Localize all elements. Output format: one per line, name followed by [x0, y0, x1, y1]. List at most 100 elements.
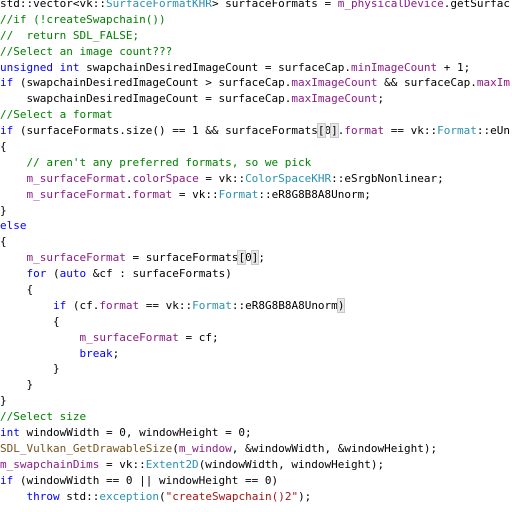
member-token: m_surfaceFormat — [26, 171, 126, 185]
string-token: "createSwapchain()2" — [165, 489, 299, 503]
code-text: std:: — [59, 489, 100, 503]
code-line[interactable]: } — [0, 203, 512, 219]
code-text: (swapchainDesiredImageCount > surfaceCap… — [13, 76, 292, 90]
member-token: m_window — [178, 441, 232, 455]
comment-token: // return SDL_FALSE; — [0, 28, 140, 42]
bracket-match-token: ) — [336, 297, 346, 313]
code-line[interactable]: // return SDL_FALSE; — [0, 28, 512, 44]
code-text: = vk:: — [99, 457, 146, 471]
code-line[interactable]: else — [0, 218, 512, 234]
member-token: minImageCount — [351, 60, 438, 74]
member-token: colorSpace — [132, 171, 199, 185]
code-text: ::vector<vk:: — [19, 0, 106, 10]
code-text: (windowWidth == 0 || windowHeight == 0) — [13, 473, 279, 487]
code-line[interactable]: { — [0, 314, 512, 330]
code-text: == vk:: — [384, 124, 438, 138]
keyword-token: throw — [26, 489, 60, 503]
code-text: } — [0, 378, 34, 392]
member-token: maxImageCount — [291, 76, 378, 90]
member-token: m_surfaceFormat — [26, 251, 126, 265]
member-token: maxIm — [476, 76, 510, 90]
code-line[interactable]: m_surfaceFormat.format = vk::Format::eR8… — [0, 187, 512, 203]
code-line[interactable]: m_surfaceFormat.colorSpace = vk::ColorSp… — [0, 171, 512, 187]
code-text: .getSurfac — [443, 0, 510, 10]
keyword-token: if — [0, 124, 14, 138]
keyword-token: if — [52, 298, 67, 312]
keyword-token: if — [0, 473, 14, 487]
member-token: format — [344, 124, 385, 138]
code-line[interactable]: m_swapchainDims = vk::Extent2D(windowWid… — [0, 457, 512, 473]
type-token: ColorSpaceKHR — [245, 171, 332, 185]
code-line[interactable]: int windowWidth = 0, windowHeight = 0; — [0, 425, 512, 441]
code-line[interactable]: if (surfaceFormats.size() == 1 && surfac… — [0, 123, 512, 139]
comment-token: //if (!createSwapchain()) — [0, 12, 166, 26]
code-text: } — [0, 203, 7, 217]
type-token: Format — [192, 298, 232, 312]
keyword-token: auto — [59, 267, 87, 281]
code-line[interactable]: //if (!createSwapchain()) — [0, 12, 512, 28]
code-text: { — [0, 283, 34, 297]
code-line[interactable] — [0, 505, 512, 512]
code-line[interactable]: unsigned int swapchainDesiredImageCount … — [0, 60, 512, 76]
code-text: = vk:: — [172, 187, 219, 201]
type-token: Format — [218, 187, 259, 201]
code-line[interactable]: } — [0, 377, 512, 393]
function-token: SDL_Vulkan_GetDrawableSize — [0, 441, 173, 455]
code-text: ; — [258, 251, 265, 265]
code-line[interactable]: if (cf.format == vk::Format::eR8G8B8A8Un… — [0, 297, 512, 314]
code-line[interactable]: //Select an image count??? — [0, 44, 512, 60]
code-line[interactable]: m_surfaceFormat = cf; — [0, 330, 512, 346]
code-line[interactable]: // aren't any preferred formats, so we p… — [0, 155, 512, 171]
code-text: ::eUn — [476, 124, 510, 138]
code-line[interactable]: if (windowWidth == 0 || windowHeight == … — [0, 473, 512, 489]
code-line[interactable]: //Select a format — [0, 107, 512, 123]
code-text-area[interactable]: std::vector<vk::SurfaceFormatKHR> surfac… — [0, 0, 512, 512]
keyword-token: int — [0, 426, 20, 440]
code-line[interactable]: if (swapchainDesiredImageCount > surface… — [0, 75, 512, 91]
code-text: ::eSrgbNonlinear; — [331, 171, 444, 185]
code-line[interactable]: m_surfaceFormat = surfaceFormats[0]; — [0, 250, 512, 266]
member-token: format — [99, 298, 140, 312]
code-text: { — [0, 314, 60, 328]
code-line[interactable]: for (auto &cf : surfaceFormats) — [0, 266, 512, 282]
code-line[interactable]: throw std::exception("createSwapchain()2… — [0, 489, 512, 505]
member-token: m_surfaceFormat — [26, 187, 126, 201]
code-text: std — [0, 0, 20, 10]
code-line[interactable]: { — [0, 139, 512, 155]
code-line[interactable]: { — [0, 234, 512, 250]
code-line[interactable]: //Select size — [0, 409, 512, 425]
code-text: = cf; — [178, 330, 219, 344]
keyword-token: for — [26, 267, 47, 281]
keyword-token: else — [0, 219, 27, 233]
code-line[interactable]: } — [0, 361, 512, 377]
bracket-match-token: [ — [316, 123, 326, 139]
code-line[interactable]: } — [0, 393, 512, 409]
code-text: windowWidth = 0, windowHeight = 0; — [19, 426, 252, 440]
code-text: ; — [112, 346, 120, 360]
code-text: + 1; — [437, 60, 471, 74]
code-text: > surfaceFormats = — [211, 0, 338, 10]
code-editor[interactable]: std::vector<vk::SurfaceFormatKHR> surfac… — [0, 0, 512, 512]
code-line[interactable]: { — [0, 282, 512, 298]
member-token: maxImageCount — [291, 92, 378, 106]
type-token: SurfaceFormatKHR — [105, 0, 212, 10]
code-text: ); — [298, 489, 312, 503]
code-text: ; — [377, 92, 385, 106]
code-text: &cf : surfaceFormats) — [86, 267, 232, 281]
code-text: ::eR8G8B8A8Unorm; — [258, 187, 371, 201]
code-line[interactable]: swapchainDesiredImageCount = surfaceCap.… — [0, 91, 512, 107]
code-text: ( — [158, 489, 166, 503]
code-text: (cf. — [66, 298, 100, 312]
member-token: m_surfaceFormat — [79, 330, 179, 344]
code-line[interactable]: break; — [0, 346, 512, 362]
type-token: exception — [99, 489, 159, 503]
code-text: , &windowWidth, &windowHeight); — [231, 441, 438, 455]
code-line[interactable]: std::vector<vk::SurfaceFormatKHR> surfac… — [0, 0, 512, 12]
code-text: swapchainDesiredImageCount = surfaceCap. — [0, 92, 292, 106]
code-text: swapchainDesiredImageCount = surfaceCap. — [79, 60, 352, 74]
code-line[interactable]: SDL_Vulkan_GetDrawableSize(m_window, &wi… — [0, 441, 512, 457]
